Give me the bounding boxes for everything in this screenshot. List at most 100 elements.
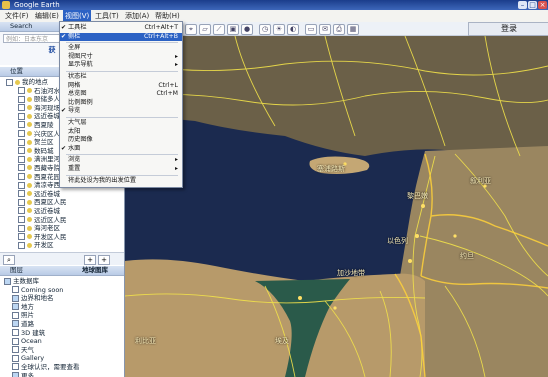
maps-tool-icon[interactable]: ▦	[347, 24, 359, 35]
view-menu-item[interactable]: 将此处设为我的出发位置	[60, 177, 182, 185]
list-item[interactable]: 开发区	[0, 241, 124, 250]
list-item[interactable]: 远近区人民	[0, 216, 124, 225]
checkbox[interactable]	[18, 95, 25, 103]
layer-checkbox[interactable]	[12, 303, 19, 311]
layer-item[interactable]: 全球认识，需要查看	[0, 363, 124, 372]
layer-item[interactable]: 地方	[0, 303, 124, 312]
layer-item[interactable]: 3D 建筑	[0, 329, 124, 338]
checkbox[interactable]	[18, 164, 25, 172]
layer-item[interactable]: Gallery	[0, 354, 124, 363]
menu-separator	[66, 117, 178, 118]
checkbox[interactable]	[18, 112, 25, 120]
view-menu-item[interactable]: 网格 Ctrl+L	[60, 82, 182, 90]
list-item-label: 开发区人民	[34, 232, 67, 241]
view-menu-item[interactable]: 太阳	[60, 128, 182, 136]
polygon-tool-icon[interactable]: ▱	[199, 24, 211, 35]
add-place-button[interactable]: +	[84, 255, 96, 265]
list-item[interactable]: 开发区人民	[0, 233, 124, 242]
checkbox[interactable]	[18, 224, 25, 232]
view-menu-item[interactable]: 全屏	[60, 44, 182, 52]
layer-checkbox[interactable]	[12, 329, 19, 337]
view-menu-item[interactable]: 显示导航 ▸	[60, 61, 182, 69]
checkbox[interactable]	[18, 121, 25, 129]
layer-checkbox[interactable]	[12, 337, 19, 345]
checkbox[interactable]	[18, 181, 25, 189]
checkbox[interactable]	[18, 87, 25, 95]
login-button[interactable]: 登录	[468, 22, 548, 36]
layer-checkbox[interactable]	[4, 277, 11, 285]
view-menu-item-label: 太阳	[68, 127, 81, 135]
checkbox[interactable]	[18, 147, 25, 155]
history-tool-icon[interactable]: ◷	[259, 24, 271, 35]
layer-item[interactable]: 边界和地名	[0, 294, 124, 303]
sun-tool-icon[interactable]: ☀	[273, 24, 285, 35]
checkbox[interactable]	[18, 216, 25, 223]
view-menu-item[interactable]: 重置 ▸	[60, 165, 182, 173]
view-menu-item[interactable]: 大气层	[60, 119, 182, 127]
layer-item[interactable]: Coming soon	[0, 286, 124, 295]
placemark-tool-icon[interactable]: ⌖	[185, 24, 197, 35]
checkbox[interactable]	[18, 233, 25, 241]
window-title: Google Earth	[14, 1, 60, 9]
list-item-label: 远近卷城	[34, 112, 60, 121]
checkbox[interactable]	[18, 155, 25, 163]
layer-checkbox[interactable]	[12, 294, 19, 302]
layer-checkbox[interactable]	[12, 363, 19, 371]
tour-tool-icon[interactable]: ●	[241, 24, 253, 35]
layer-checkbox[interactable]	[12, 354, 19, 362]
view-menu-item[interactable]: 浏览 ▸	[60, 156, 182, 164]
layer-item[interactable]: 照片	[0, 311, 124, 320]
view-menu-item[interactable]: 总览图 Ctrl+M	[60, 90, 182, 98]
minimize-button[interactable]: –	[518, 1, 527, 9]
checkbox[interactable]	[18, 198, 25, 206]
email-tool-icon[interactable]: ✉	[319, 24, 331, 35]
shortcut-label: Ctrl+Alt+T	[144, 24, 178, 31]
map-view[interactable]: 塞浦路斯 黎巴嫩 叙利亚 约旦 以色列 埃及 加沙地带 利比亚	[125, 36, 548, 377]
checkbox[interactable]	[18, 173, 25, 181]
list-item-label: 远近卷城	[34, 189, 60, 198]
layer-checkbox[interactable]	[12, 286, 19, 294]
view-menu-item[interactable]: ✔ 导览	[60, 107, 182, 115]
view-menu-item[interactable]: 比例图例	[60, 99, 182, 107]
ruler-tool-icon[interactable]: ▭	[305, 24, 317, 35]
list-item[interactable]: 远近卷城	[0, 190, 124, 199]
earth-gallery-button[interactable]: 地球图库	[82, 266, 124, 275]
view-menu-item[interactable]: ✔ 工具栏 Ctrl+Alt+T	[60, 24, 182, 32]
checkbox[interactable]	[18, 138, 25, 146]
view-menu-item[interactable]: ✔ 水面	[60, 145, 182, 153]
layer-item[interactable]: 道路	[0, 320, 124, 329]
path-tool-icon[interactable]: ⟋	[213, 24, 225, 35]
list-item[interactable]: 海河老区	[0, 224, 124, 233]
planet-tool-icon[interactable]: ◐	[287, 24, 299, 35]
layer-checkbox[interactable]	[12, 311, 19, 319]
layer-label: 地方	[21, 302, 34, 311]
layer-checkbox[interactable]	[12, 320, 19, 328]
search-places-icon[interactable]: ⌕	[3, 255, 15, 265]
view-menu-item[interactable]: 状态栏	[60, 73, 182, 81]
maximize-button[interactable]: □	[528, 1, 537, 9]
menu-file[interactable]: 文件(F)	[3, 10, 31, 22]
list-item[interactable]: 西夏区人民	[0, 198, 124, 207]
layer-item[interactable]: 更多	[0, 372, 124, 377]
overlay-tool-icon[interactable]: ▣	[227, 24, 239, 35]
checkbox[interactable]	[18, 104, 25, 112]
view-menu-item[interactable]: ✔ 侧栏 Ctrl+Alt+B	[60, 32, 182, 41]
checkbox[interactable]	[18, 130, 25, 138]
checkbox[interactable]	[6, 78, 13, 86]
print-tool-icon[interactable]: ⎙	[333, 24, 345, 35]
layer-item[interactable]: 主数据库	[0, 277, 124, 286]
view-menu-item[interactable]: 视图尺寸 ▸	[60, 53, 182, 61]
checkbox[interactable]	[18, 190, 25, 198]
list-item[interactable]: 远近卷城	[0, 207, 124, 216]
close-button[interactable]: ×	[538, 1, 547, 9]
checkbox[interactable]	[18, 241, 25, 249]
checkbox[interactable]	[18, 207, 25, 215]
layer-checkbox[interactable]	[12, 346, 19, 354]
list-item-label: 贺兰区	[34, 138, 54, 147]
layer-item[interactable]: 天气	[0, 346, 124, 355]
add-folder-button[interactable]: +	[98, 255, 110, 265]
layer-checkbox[interactable]	[12, 372, 19, 377]
view-menu-item[interactable]: 历史图像	[60, 136, 182, 144]
menu-edit[interactable]: 编辑(E)	[33, 10, 61, 22]
layer-item[interactable]: Ocean	[0, 337, 124, 346]
